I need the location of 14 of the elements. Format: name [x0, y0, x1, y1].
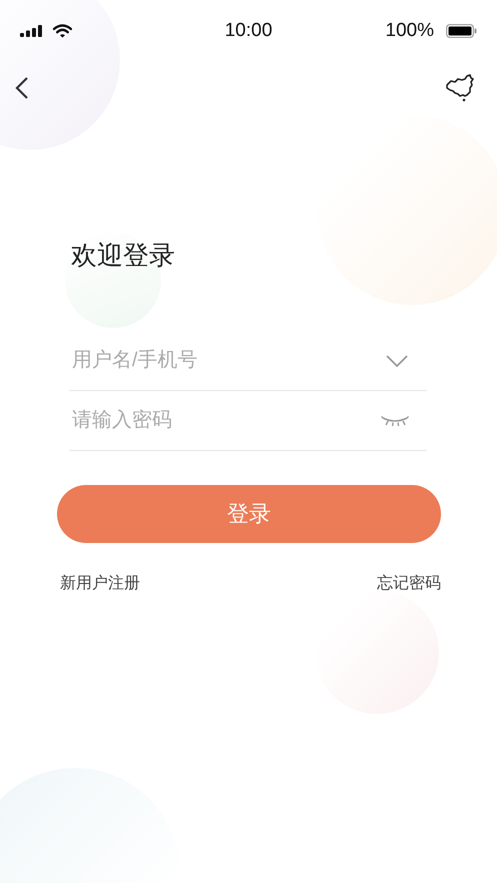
back-icon[interactable] [15, 76, 29, 100]
forgot-password-link[interactable]: 忘记密码 [377, 573, 441, 594]
battery-icon [446, 24, 477, 38]
wifi-icon [53, 24, 72, 38]
welcome-title: 欢迎登录 [71, 239, 176, 272]
signal-icon [20, 25, 43, 37]
battery-percent: 100% [385, 20, 434, 42]
map-icon[interactable] [445, 74, 475, 102]
dropdown-icon[interactable] [385, 354, 409, 368]
closed-eye-icon[interactable] [381, 414, 409, 426]
input-field[interactable]: 请输入密码 [69, 409, 381, 432]
input-field[interactable]: 用户名/手机号 [69, 349, 385, 372]
status-time: 10:00 [224, 20, 272, 42]
register-link[interactable]: 新用户注册 [60, 573, 140, 594]
